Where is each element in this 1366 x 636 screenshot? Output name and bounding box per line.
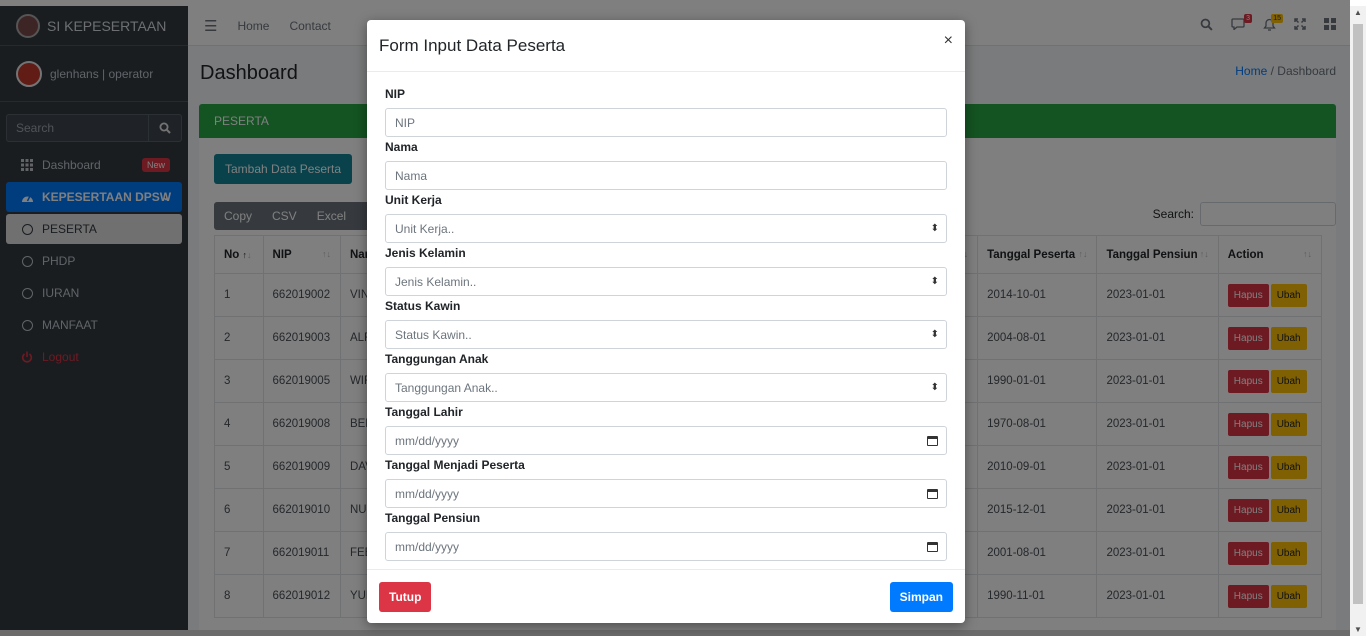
scroll-down-arrow-icon[interactable]: ▼	[1354, 625, 1362, 634]
tanggal-menjadi-peserta-input[interactable]: mm/dd/yyyy	[385, 479, 947, 508]
field-label: Tanggungan Anak	[385, 352, 489, 366]
modal-footer: Tutup Simpan	[367, 569, 965, 623]
tanggal-pensiun-input[interactable]: mm/dd/yyyy	[385, 532, 947, 561]
vertical-scrollbar[interactable]: ▲ ▼	[1350, 6, 1366, 636]
scroll-up-arrow-icon[interactable]: ▲	[1354, 8, 1362, 17]
calendar-icon[interactable]	[927, 541, 938, 552]
field-label: Tanggal Pensiun	[385, 511, 481, 525]
tanggal-lahir-input[interactable]: mm/dd/yyyy	[385, 426, 947, 455]
date-placeholder: mm/dd/yyyy	[395, 486, 460, 501]
field-nama: Nama Nama	[385, 139, 947, 192]
field-nip: NIP NIP	[385, 86, 947, 139]
nama-input[interactable]: Nama	[385, 161, 947, 190]
tanggungan-anak-select[interactable]: Tanggungan Anak..	[385, 373, 947, 402]
field-unit-kerja: Unit Kerja Unit Kerja..	[385, 192, 947, 245]
field-label: Status Kawin	[385, 299, 461, 313]
jenis-kelamin-select[interactable]: Jenis Kelamin..	[385, 267, 947, 296]
modal-body: NIP NIP Nama Nama Unit Kerja Unit Kerja.…	[367, 72, 965, 563]
field-tanggungan-anak: Tanggungan Anak Tanggungan Anak..	[385, 351, 947, 404]
field-tanggal-pensiun: Tanggal Pensiun mm/dd/yyyy	[385, 510, 947, 563]
field-label: NIP	[385, 87, 406, 101]
tutup-button[interactable]: Tutup	[379, 582, 432, 612]
calendar-icon[interactable]	[927, 488, 938, 499]
simpan-button[interactable]: Simpan	[889, 582, 953, 612]
calendar-icon[interactable]	[927, 435, 938, 446]
scrollbar-thumb[interactable]	[1353, 24, 1363, 604]
field-tanggal-lahir: Tanggal Lahir mm/dd/yyyy	[385, 404, 947, 457]
form-modal: Form Input Data Peserta × NIP NIP Nama N…	[367, 20, 965, 623]
field-status-kawin: Status Kawin Status Kawin..	[385, 298, 947, 351]
horizontal-scrollbar[interactable]	[0, 630, 1350, 636]
close-icon[interactable]: ×	[944, 32, 953, 50]
modal-header: Form Input Data Peserta ×	[367, 20, 965, 72]
field-label: Jenis Kelamin	[385, 246, 466, 260]
field-jenis-kelamin: Jenis Kelamin Jenis Kelamin..	[385, 245, 947, 298]
field-label: Nama	[385, 140, 418, 154]
unit-kerja-select[interactable]: Unit Kerja..	[385, 214, 947, 243]
status-kawin-select[interactable]: Status Kawin..	[385, 320, 947, 349]
date-placeholder: mm/dd/yyyy	[395, 433, 460, 448]
field-label: Tanggal Menjadi Peserta	[385, 458, 525, 472]
nip-input[interactable]: NIP	[385, 108, 947, 137]
modal-title: Form Input Data Peserta	[379, 35, 566, 55]
field-label: Unit Kerja	[385, 193, 442, 207]
date-placeholder: mm/dd/yyyy	[395, 539, 460, 554]
field-label: Tanggal Lahir	[385, 405, 463, 419]
field-tanggal-menjadi-peserta: Tanggal Menjadi Peserta mm/dd/yyyy	[385, 457, 947, 510]
